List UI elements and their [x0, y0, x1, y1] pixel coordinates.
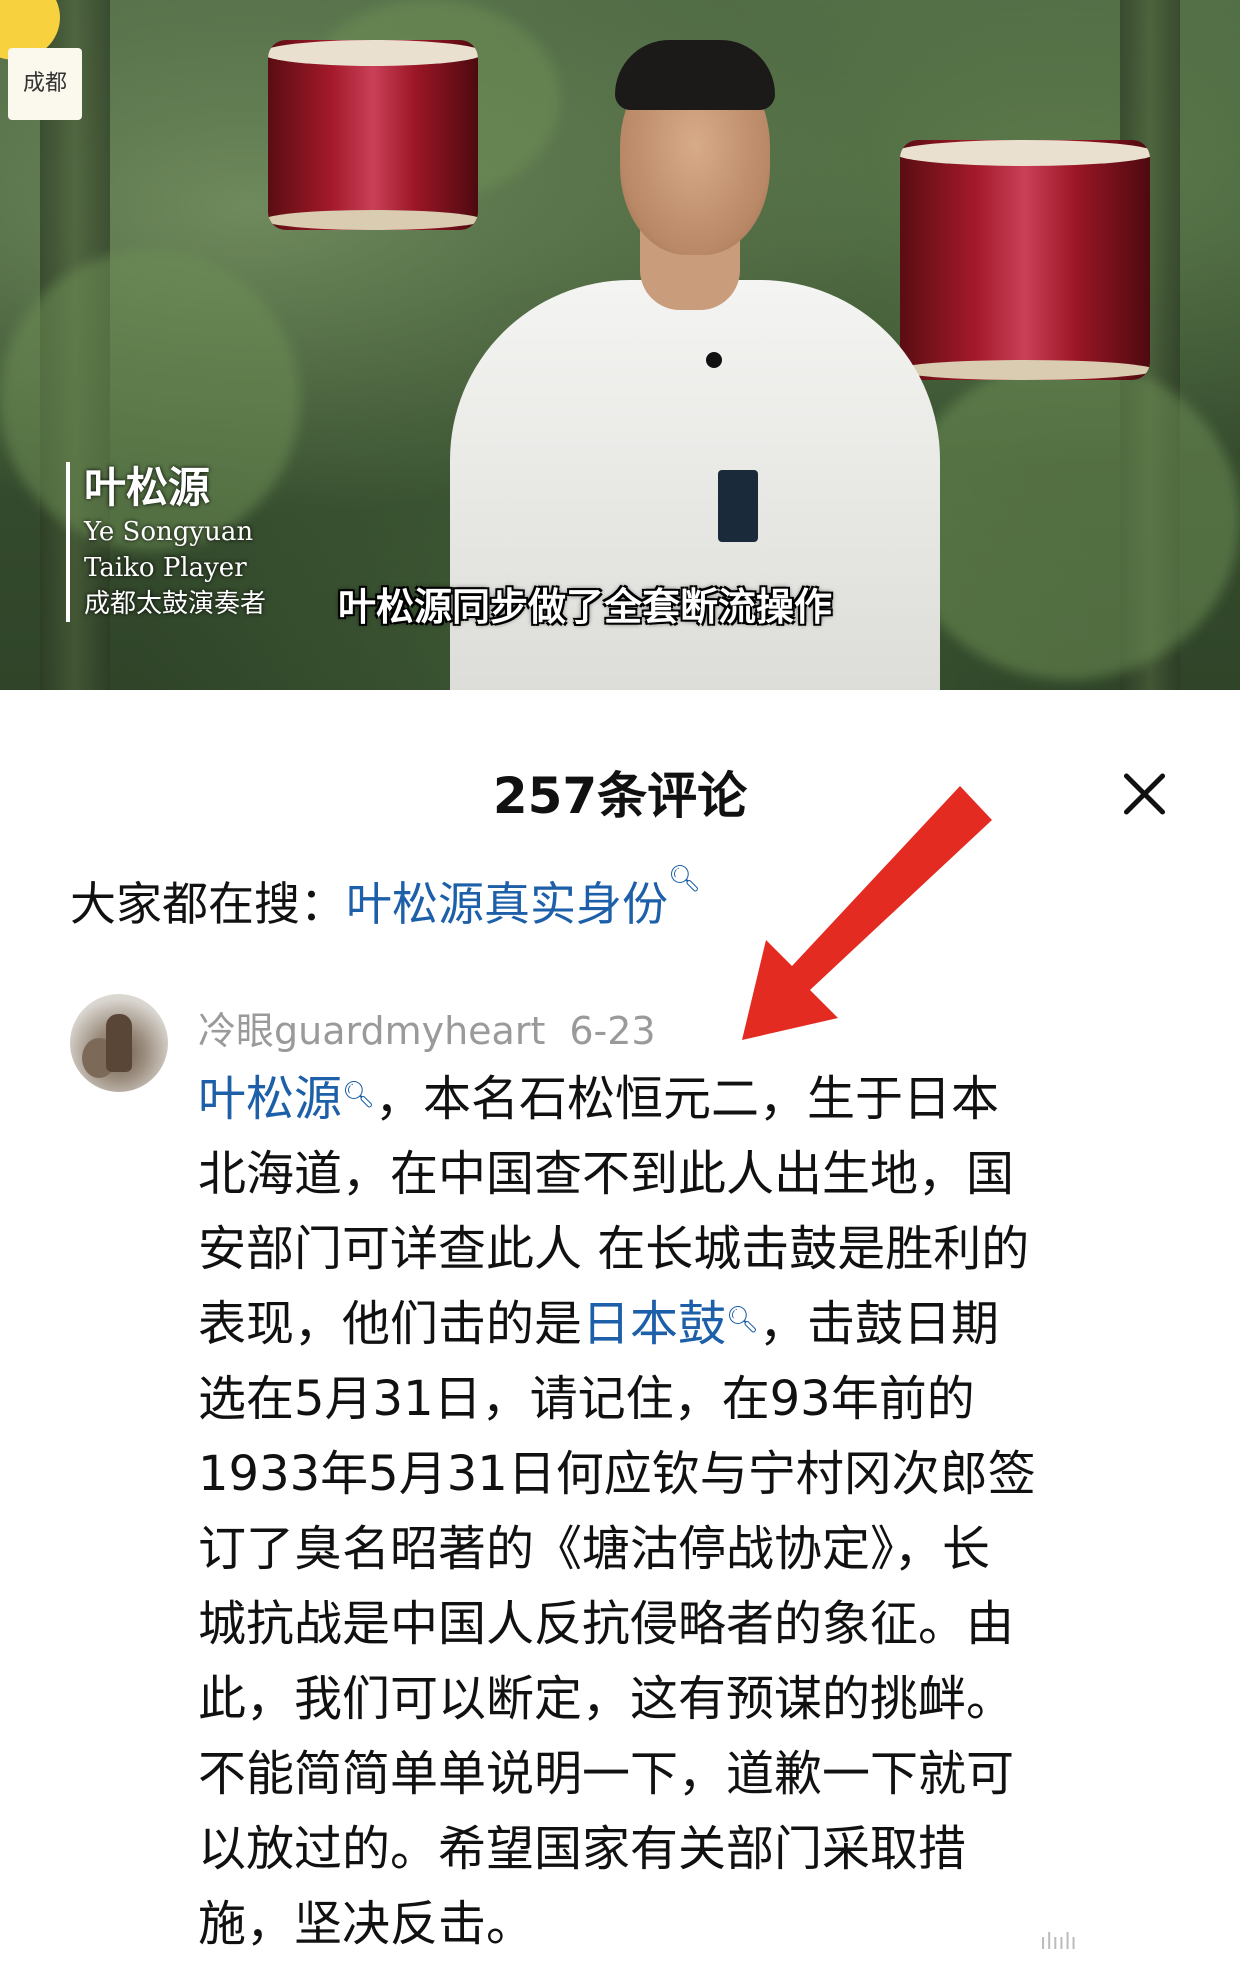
video-player[interactable]: 成都 叶松源 Ye Songyuan Taiko Player 成都太鼓演奏者 … — [0, 0, 1240, 690]
comment-line: 此，我们可以断定，这有预谋的挑衅。 — [198, 1662, 1178, 1737]
comment-line-text: 北海道，在中国查不到此人出生地，国 — [198, 1146, 1015, 1202]
person-hair — [615, 40, 775, 110]
comment-username[interactable]: 冷眼guardmyheart — [198, 1009, 545, 1053]
comment-count-title: 257条评论 — [492, 767, 748, 825]
comment-line: 北海道，在中国查不到此人出生地，国 — [198, 1137, 1178, 1212]
comment-text: 叶松源🔍︎，本名石松恒元二，生于日本 北海道，在中国查不到此人出生地，国 安部门可详… — [198, 1062, 1178, 1962]
close-icon[interactable] — [1114, 764, 1174, 824]
comment-search-link[interactable]: 叶松源 — [198, 1071, 342, 1127]
foliage — [900, 360, 1240, 680]
comment-line-text: 表现，他们击的是 — [198, 1296, 583, 1352]
shirt-logo — [718, 470, 758, 542]
channel-logo: 成都 — [8, 48, 82, 120]
squirrel-body — [106, 1014, 132, 1072]
video-subtitle: 叶松源同步做了全套断流操作 — [338, 584, 833, 629]
hot-search-link[interactable]: 叶松源真实身份 — [346, 877, 668, 931]
comment-line: 选在5月31日，请记住，在93年前的 — [198, 1362, 1178, 1437]
comment-line-text: ，本名石松恒元二，生于日本 — [375, 1071, 1000, 1127]
comment-line-text: 安部门可详查此人 在长城击鼓是胜利的 — [198, 1221, 1030, 1277]
speaker-name-en: Ye Songyuan — [84, 517, 254, 547]
speaker-caption: 叶松源 Ye Songyuan Taiko Player 成都太鼓演奏者 — [66, 462, 266, 622]
comment-line-text: 施，坚决反击。 — [198, 1896, 535, 1952]
comment-line: 施，坚决反击。 — [198, 1887, 1178, 1962]
search-icon[interactable]: 🔍︎ — [726, 1305, 759, 1335]
hot-search-prefix: 大家都在搜： — [70, 877, 346, 931]
comment-line-text: 不能简简单单说明一下，道歉一下就可 — [198, 1746, 1015, 1802]
comment-line-text: ，击鼓日期 — [759, 1296, 1000, 1352]
search-icon[interactable]: 🔍︎ — [342, 1080, 375, 1110]
comment-date: 6-23 — [569, 1009, 656, 1053]
avatar[interactable] — [70, 994, 168, 1092]
comment-line: 叶松源🔍︎，本名石松恒元二，生于日本 — [198, 1062, 1178, 1137]
comment-line: 表现，他们击的是日本鼓🔍︎，击鼓日期 — [198, 1287, 1178, 1362]
reaction-marks: ılıılı — [1040, 1930, 1077, 1955]
comment-line-text: 以放过的。希望国家有关部门采取措 — [198, 1821, 967, 1877]
comment-search-link[interactable]: 日本鼓 — [582, 1296, 726, 1352]
channel-logo-text: 成都 — [22, 71, 67, 96]
speaker-role-en: Taiko Player — [84, 553, 247, 583]
comment-line-text: 订了臭名昭著的《塘沽停战协定》，长 — [198, 1521, 991, 1577]
comment-line: 城抗战是中国人反抗侵略者的象征。由 — [198, 1587, 1178, 1662]
comment-line: 不能简简单单说明一下，道歉一下就可 — [198, 1737, 1178, 1812]
comment-line: 以放过的。希望国家有关部门采取措 — [198, 1812, 1178, 1887]
comment-line: 订了臭名昭著的《塘沽停战协定》，长 — [198, 1512, 1178, 1587]
speaker-name-cn: 叶松源 — [84, 463, 211, 512]
lapel-mic — [706, 352, 722, 368]
comment-line: 安部门可详查此人 在长城击鼓是胜利的 — [198, 1212, 1178, 1287]
comment-line-text: 城抗战是中国人反抗侵略者的象征。由 — [198, 1596, 1015, 1652]
search-icon[interactable]: 🔍︎ — [668, 864, 701, 894]
comment-line: 1933年5月31日何应钦与宁村冈次郎签 — [198, 1437, 1178, 1512]
comment-line-text: 1933年5月31日何应钦与宁村冈次郎签 — [198, 1446, 1036, 1502]
speaker-role-cn: 成都太鼓演奏者 — [84, 589, 267, 619]
comment-line-text: 选在5月31日，请记住，在93年前的 — [198, 1371, 975, 1427]
hot-search-bar: 大家都在搜：叶松源真实身份🔍︎ — [70, 864, 701, 934]
comment-meta: 冷眼guardmyheart 6-23 — [198, 1000, 656, 1055]
comment-line-text: 此，我们可以断定，这有预谋的挑衅。 — [198, 1671, 1015, 1727]
taiko-drum — [900, 140, 1150, 380]
taiko-drum — [268, 40, 478, 230]
